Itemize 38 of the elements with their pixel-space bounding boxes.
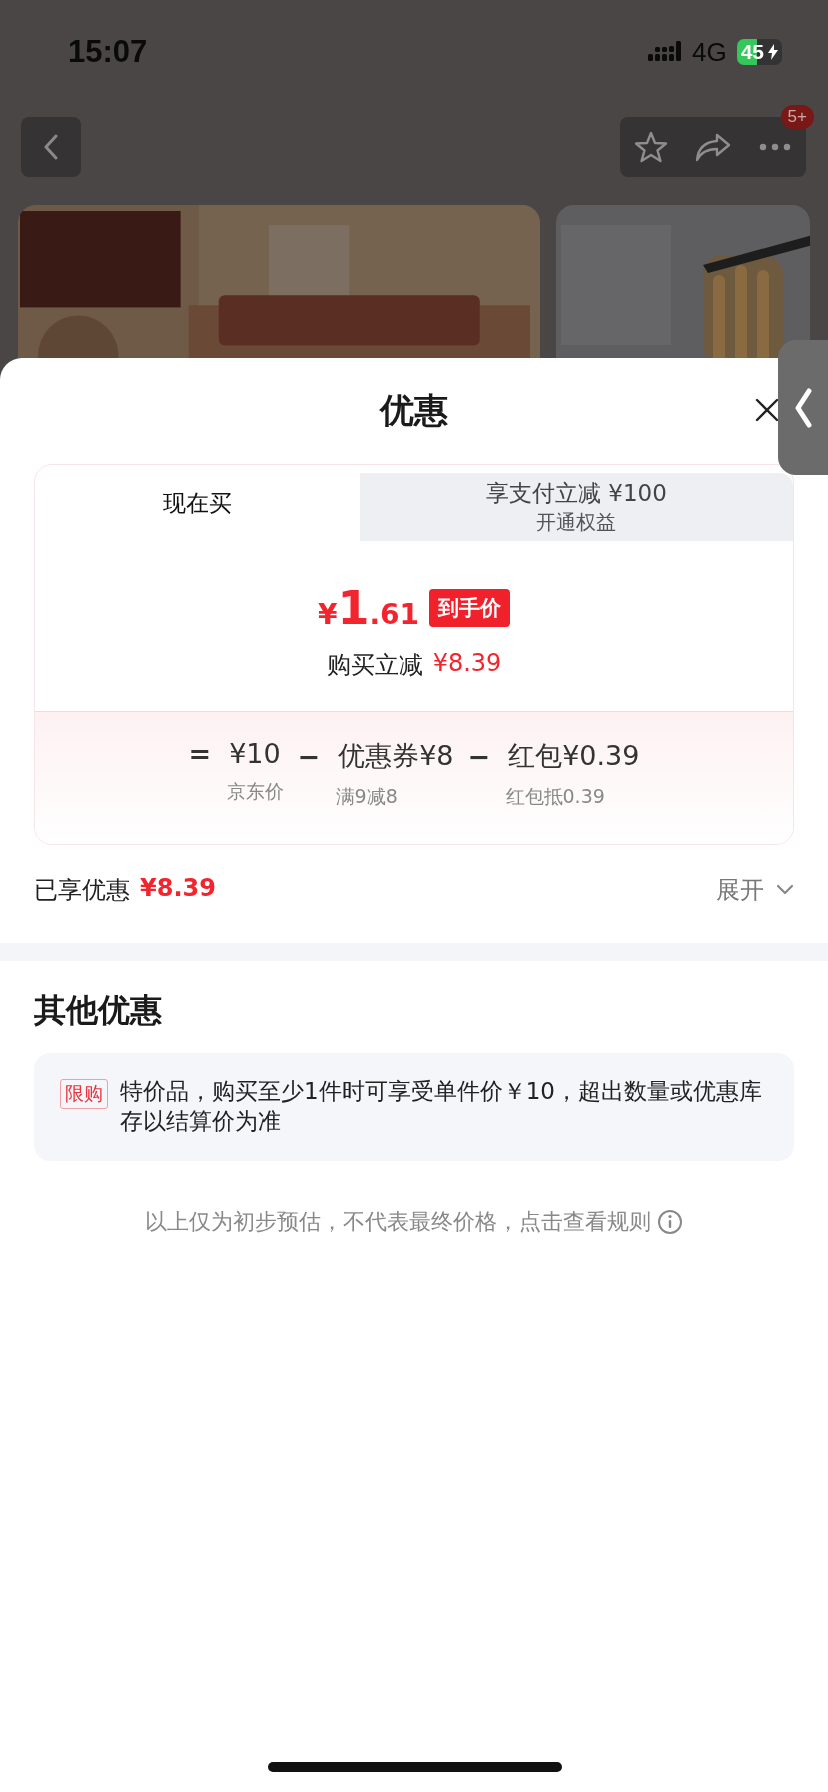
rules-link[interactable]: 以上仅为初步预估，不代表最终价格，点击查看规则 xyxy=(145,1206,651,1237)
bolt-icon xyxy=(768,44,778,60)
breakdown-note: 满9减8 xyxy=(334,784,399,809)
operator-sign: − xyxy=(297,740,321,772)
price-tag: 到手价 xyxy=(429,589,511,627)
signal-icon xyxy=(647,41,682,63)
close-icon xyxy=(755,398,779,422)
more-icon xyxy=(759,143,791,151)
sheet-title: 优惠 xyxy=(380,389,448,432)
chevron-left-icon xyxy=(794,387,812,428)
breakdown-value: 红包¥0.39 xyxy=(508,739,640,773)
star-icon xyxy=(634,130,668,164)
saving-label: 购买立减 xyxy=(326,650,423,681)
summary-label: 已享优惠 xyxy=(34,875,130,906)
saving-amount: ¥8.39 xyxy=(432,649,502,679)
back-icon xyxy=(43,134,59,160)
share-icon xyxy=(695,132,731,162)
operator-sign: − xyxy=(467,740,491,772)
breakdown-note: 红包抵0.39 xyxy=(504,784,606,809)
network-label: 4G xyxy=(691,36,727,68)
breakdown-value: 优惠券¥8 xyxy=(338,739,454,773)
offer-text: 特价品，购买至少1件时可享受单件价￥10，超出数量或优惠库存以结算价为准 xyxy=(120,1077,763,1136)
final-price: ¥1.61 xyxy=(317,581,420,635)
price-tab[interactable]: 享支付立减 ¥100 开通权益 xyxy=(359,473,793,541)
section-title: 其他优惠 xyxy=(34,990,163,1031)
operator-sign: = xyxy=(188,738,212,769)
breakdown-note: 京东价 xyxy=(225,779,284,804)
summary-amount: ¥8.39 xyxy=(140,874,216,904)
expand-button[interactable]: 展开 xyxy=(716,874,794,906)
notification-badge: 5+ xyxy=(780,105,814,129)
status-time: 15:07 xyxy=(68,34,148,70)
limit-tag: 限购 xyxy=(60,1079,108,1109)
back-button[interactable] xyxy=(21,117,81,177)
info-icon xyxy=(657,1208,683,1235)
close-button[interactable] xyxy=(755,398,779,422)
breakdown-value: ¥10 xyxy=(229,738,281,769)
chevron-down-icon xyxy=(776,884,794,896)
side-handle[interactable] xyxy=(778,340,828,475)
